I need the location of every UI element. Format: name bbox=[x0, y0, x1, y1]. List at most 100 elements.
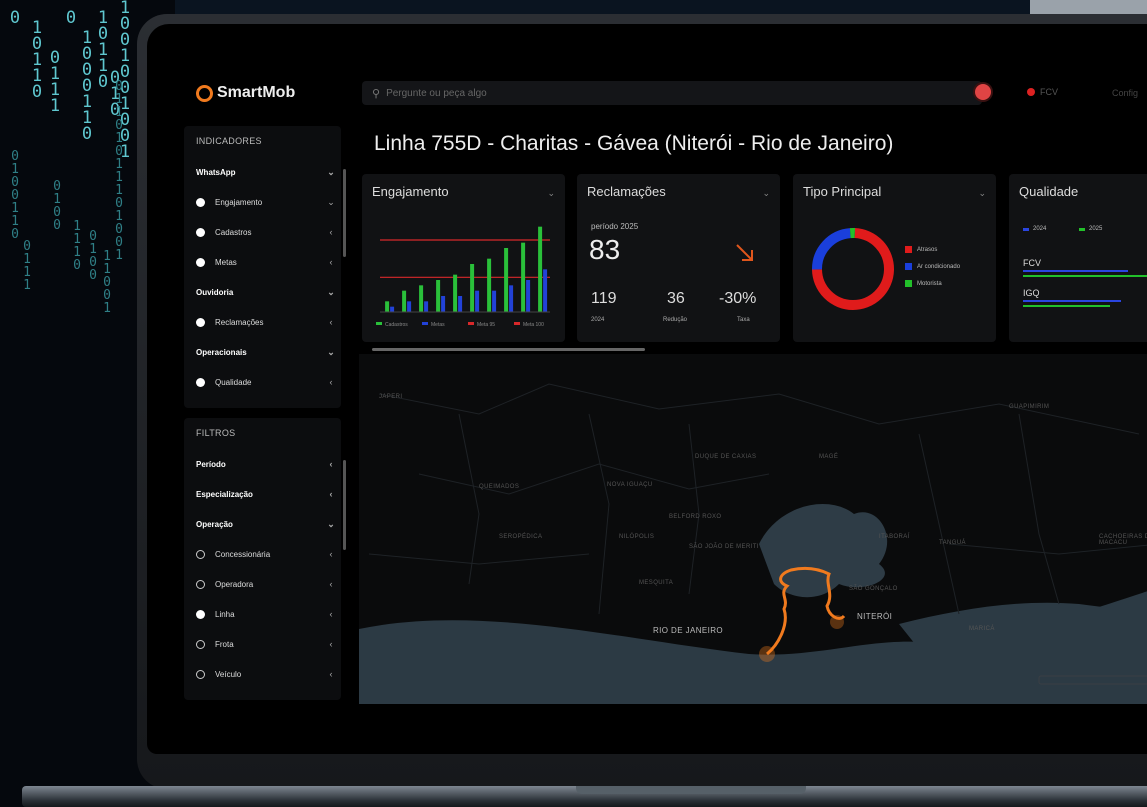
legend-label: Atrasos bbox=[917, 246, 938, 253]
bar-metas bbox=[458, 296, 463, 312]
donut-slice-ar-condicionado bbox=[812, 228, 851, 270]
chevron-left-icon[interactable]: ‹ bbox=[326, 459, 336, 469]
chevron-left-icon[interactable]: ‹ bbox=[326, 669, 336, 679]
chevron-down-icon[interactable]: ⌄ bbox=[978, 188, 986, 199]
radio-empty-icon[interactable] bbox=[196, 549, 205, 559]
map-region-label: SEROPÉDICA bbox=[499, 534, 543, 540]
sidebar-item-label: Cadastros bbox=[215, 227, 252, 237]
map-region-label: NOVA IGUAÇU bbox=[607, 482, 653, 488]
binary-column: 10110 bbox=[31, 18, 43, 102]
dashboard-app: SmartMob ⚲ Pergunte ou peça algo FCV Con… bbox=[147, 24, 1147, 754]
filtros-scrollbar[interactable] bbox=[343, 460, 346, 550]
sidebar-item-engajamento[interactable]: Engajamento ⌄ bbox=[196, 193, 336, 211]
stat-value: 119 bbox=[591, 290, 617, 307]
smartmob-logo[interactable]: SmartMob bbox=[196, 84, 295, 102]
sidebar-item-operacao[interactable]: Operação ⌄ bbox=[196, 515, 336, 533]
sidebar-item-label: Engajamento bbox=[215, 197, 263, 207]
legend-label: Meta 95 bbox=[477, 322, 495, 328]
sidebar-item-label: Metas bbox=[215, 257, 237, 267]
sidebar-item-whatsapp[interactable]: WhatsApp ⌄ bbox=[196, 163, 336, 181]
legend-swatch bbox=[905, 246, 912, 253]
card-qualidade-title: Qualidade bbox=[1019, 184, 1079, 199]
sidebar-item-frota[interactable]: Frota ‹ bbox=[196, 635, 336, 653]
logo-text: SmartMob bbox=[217, 84, 296, 101]
radio-empty-icon[interactable] bbox=[196, 579, 205, 589]
status-dot-icon bbox=[1027, 88, 1035, 96]
chevron-down-icon[interactable]: ⌄ bbox=[326, 347, 336, 358]
indicadores-scrollbar[interactable] bbox=[343, 169, 346, 257]
sidebar-item-veiculo[interactable]: Veículo ‹ bbox=[196, 665, 336, 683]
search-placeholder: Pergunte ou peça algo bbox=[386, 87, 487, 99]
engajamento-chart: Cadastros Metas Meta 95 Meta 100 bbox=[376, 226, 550, 328]
chevron-left-icon[interactable]: ‹ bbox=[326, 489, 336, 499]
chevron-left-icon[interactable]: ‹ bbox=[326, 257, 336, 267]
map-view[interactable]: RIO DE JANEIRO NITERÓI NOVA IGUAÇU DUQUE … bbox=[359, 354, 1147, 704]
bar-metas bbox=[424, 301, 429, 312]
radio-empty-icon[interactable] bbox=[196, 639, 205, 649]
legend-label: Meta 100 bbox=[523, 322, 544, 328]
radio-empty-icon[interactable] bbox=[196, 669, 205, 679]
sidebar-item-metas[interactable]: Metas ‹ bbox=[196, 253, 336, 271]
chevron-down-icon[interactable]: ⌄ bbox=[326, 519, 336, 530]
chevron-down-icon[interactable]: ⌄ bbox=[326, 197, 336, 208]
binary-column: 0 bbox=[9, 8, 21, 28]
radio-filled-icon[interactable] bbox=[196, 377, 205, 387]
legend-label: Metas bbox=[431, 322, 445, 328]
binary-column: 0 bbox=[65, 8, 77, 28]
card-engajamento[interactable]: Engajamento ⌄ Cadastros Metas Meta 95 Meta … bbox=[362, 174, 565, 342]
chevron-left-icon[interactable]: ‹ bbox=[326, 549, 336, 559]
chevron-down-icon[interactable]: ⌄ bbox=[326, 167, 336, 178]
sidebar-item-label: Linha bbox=[215, 609, 235, 619]
cards-horizontal-scrollbar[interactable] bbox=[372, 348, 645, 351]
card-tipo-principal[interactable]: Tipo Principal ⌄ Atrasos Ar condicionado M… bbox=[793, 174, 996, 342]
radio-filled-icon[interactable] bbox=[196, 609, 205, 619]
radio-filled-icon[interactable] bbox=[196, 317, 205, 327]
bar-metas bbox=[475, 290, 480, 312]
sidebar-item-linha[interactable]: Linha ‹ bbox=[196, 605, 336, 623]
chevron-left-icon[interactable]: ‹ bbox=[326, 377, 336, 387]
map-label-niteroi: NITERÓI bbox=[857, 612, 893, 621]
legend-swatch bbox=[1023, 227, 1029, 231]
period-label: período 2025 bbox=[591, 222, 639, 231]
config-link[interactable]: Config bbox=[1112, 88, 1138, 98]
chevron-left-icon[interactable]: ‹ bbox=[326, 579, 336, 589]
card-qualidade[interactable]: Qualidade 2024 2025 FCV IGQ bbox=[1009, 174, 1147, 342]
sidebar-item-operadora[interactable]: Operadora ‹ bbox=[196, 575, 336, 593]
search-input[interactable]: ⚲ Pergunte ou peça algo bbox=[362, 81, 982, 105]
map-region-label: DUQUE DE CAXIAS bbox=[695, 454, 757, 460]
sidebar-item-reclamacoes[interactable]: Reclamações ‹ bbox=[196, 313, 336, 331]
radio-filled-icon[interactable] bbox=[196, 227, 205, 237]
card-reclamacoes[interactable]: Reclamações ⌄ período 2025 83 119 2024 36 R… bbox=[577, 174, 780, 342]
user-pill-label: FCV bbox=[1040, 87, 1058, 97]
map-region-label: MAGÉ bbox=[819, 454, 839, 460]
user-pill[interactable]: FCV bbox=[1027, 87, 1058, 97]
sidebar-item-operacionais[interactable]: Operacionais ⌄ bbox=[196, 343, 336, 361]
chevron-left-icon[interactable]: ‹ bbox=[326, 317, 336, 327]
legend-swatch bbox=[422, 322, 428, 325]
sidebar-item-concessionaria[interactable]: Concessionária ‹ bbox=[196, 545, 336, 563]
map-region-label: MESQUITA bbox=[639, 580, 674, 586]
sidebar-item-ouvidoria[interactable]: Ouvidoria ⌄ bbox=[196, 283, 336, 301]
binary-column: 0111 bbox=[23, 239, 31, 293]
sidebar-item-qualidade[interactable]: Qualidade ‹ bbox=[196, 373, 336, 391]
sidebar-item-cadastros[interactable]: Cadastros ‹ bbox=[196, 223, 336, 241]
legend-swatch bbox=[905, 280, 912, 287]
chevron-left-icon[interactable]: ‹ bbox=[326, 639, 336, 649]
chevron-down-icon[interactable]: ⌄ bbox=[762, 188, 770, 199]
chevron-left-icon[interactable]: ‹ bbox=[326, 609, 336, 619]
bar-metas bbox=[509, 285, 514, 312]
radio-filled-icon[interactable] bbox=[196, 257, 205, 267]
chevron-left-icon[interactable]: ‹ bbox=[326, 227, 336, 237]
sidebar-item-periodo[interactable]: Período ‹ bbox=[196, 455, 336, 473]
map-region-label: CACHOEIRAS DE MACACU bbox=[1099, 534, 1147, 546]
radio-filled-icon[interactable] bbox=[196, 197, 205, 207]
user-avatar[interactable] bbox=[975, 84, 991, 100]
bar-cadastros bbox=[538, 226, 543, 312]
quality-metric-label: FCV bbox=[1023, 258, 1041, 268]
search-icon: ⚲ bbox=[372, 87, 381, 100]
chevron-down-icon[interactable]: ⌄ bbox=[326, 287, 336, 298]
tipo-donut-chart bbox=[812, 228, 894, 310]
legend-label: Motorista bbox=[917, 280, 942, 287]
bar-metas bbox=[543, 269, 548, 312]
sidebar-item-especializacao[interactable]: Especialização ‹ bbox=[196, 485, 336, 503]
